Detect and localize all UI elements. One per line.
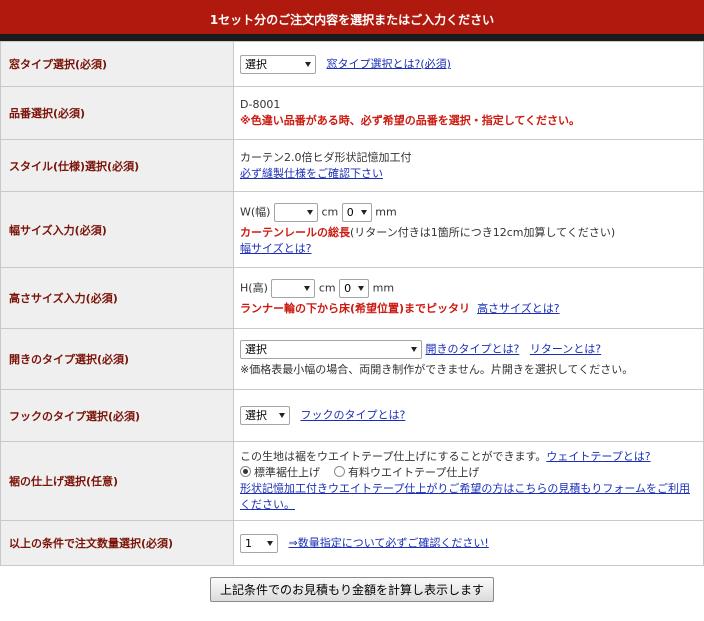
chevron-down-icon <box>358 286 365 291</box>
height-prefix: H(高) <box>240 281 268 295</box>
product-code: D-8001 <box>240 98 281 111</box>
opening-label: 開きのタイプ選択(必須) <box>0 328 234 390</box>
width-note-red: カーテンレールの総長 <box>240 225 350 239</box>
width-help-link[interactable]: 幅サイズとは? <box>240 242 312 255</box>
chevron-down-icon <box>306 209 313 215</box>
product-note: ※色違い品番がある時、必ず希望の品番を選択・指定してください。 <box>240 114 581 127</box>
quantity-help-link[interactable]: ⇒数量指定について必ずご確認ください! <box>289 536 489 549</box>
height-cm-unit: cm <box>318 281 336 295</box>
estimate-form-link[interactable]: 形状記憶加工付きウエイトテープ仕上がりご希望の方はこちらの見積もりフォームをご利… <box>240 482 690 511</box>
chevron-down-icon <box>304 286 311 291</box>
opening-select[interactable]: 選択 <box>240 340 422 359</box>
width-cm-select[interactable] <box>273 202 318 222</box>
hook-label: フックのタイプ選択(必須) <box>0 389 234 442</box>
height-cm-select[interactable] <box>271 279 316 298</box>
quantity-select[interactable]: 1 <box>240 533 278 553</box>
height-label: 高さサイズ入力(必須) <box>0 267 234 329</box>
height-mm-select[interactable]: 0 <box>339 279 370 298</box>
hook-select[interactable]: 選択 <box>240 406 290 425</box>
row-product-no: 品番選択(必須) D-8001 ※色違い品番がある時、必ず希望の品番を選択・指定… <box>0 86 704 140</box>
chevron-down-icon <box>360 209 367 215</box>
width-prefix: W(幅) <box>240 205 271 218</box>
height-mm-unit: mm <box>372 281 395 295</box>
chevron-down-icon <box>267 540 273 546</box>
order-form-table: 窓タイプ選択(必須) 選択 窓タイプ選択とは?(必須) 品番選択(必須) D-8… <box>0 41 704 566</box>
hem-option-weight-label: 有料ウエイトテープ仕上げ <box>348 466 480 479</box>
row-quantity: 以上の条件で注文数量選択(必須) 1 ⇒数量指定について必ずご確認ください! <box>0 520 704 566</box>
opening-note: ※価格表最小幅の場合、両開き制作ができません。片開きを選択してください。 <box>240 363 634 376</box>
height-help-link[interactable]: 高さサイズとは? <box>477 302 560 315</box>
row-height: 高さサイズ入力(必須) H(高) cm 0 mm ランナー輪の下から床(希望位置… <box>0 267 704 329</box>
window-type-label: 窓タイプ選択(必須) <box>0 41 234 87</box>
product-no-label: 品番選択(必須) <box>0 86 234 140</box>
style-link[interactable]: 必ず縫製仕様をご確認下さい <box>240 167 383 180</box>
hem-option-standard-radio[interactable] <box>240 466 251 477</box>
chevron-down-icon <box>305 61 311 67</box>
hook-help-link[interactable]: フックのタイプとは? <box>301 409 406 422</box>
opening-help-link[interactable]: 開きのタイプとは? <box>426 343 520 356</box>
chevron-down-icon <box>411 347 417 352</box>
row-hook: フックのタイプ選択(必須) 選択 フックのタイプとは? <box>0 389 704 442</box>
width-mm-select[interactable]: 0 <box>341 202 372 222</box>
hem-text: この生地は裾をウエイトテープ仕上げにすることができます。 <box>240 450 547 463</box>
row-opening: 開きのタイプ選択(必須) 選択 開きのタイプとは? リターンとは? ※価格表最小… <box>0 328 704 390</box>
calculate-estimate-button[interactable]: 上記条件でのお見積もり金額を計算し表示します <box>209 577 494 602</box>
width-note: (リターン付きは1箇所につき12cm加算してください) <box>350 225 616 239</box>
quantity-label: 以上の条件で注文数量選択(必須) <box>0 520 234 566</box>
hem-option-weight-radio[interactable] <box>334 466 345 477</box>
order-header: 1セット分のご注文内容を選択またはご入力ください <box>0 0 704 41</box>
chevron-down-icon <box>279 413 285 418</box>
row-width: 幅サイズ入力(必須) W(幅) cm 0 mm カーテンレールの総長(リターン付… <box>0 191 704 268</box>
window-type-select[interactable]: 選択 <box>240 54 316 74</box>
window-type-help-link[interactable]: 窓タイプ選択とは?(必須) <box>327 57 451 70</box>
weight-tape-help-link[interactable]: ウェイトテープとは? <box>546 450 650 463</box>
hem-label: 裾の仕上げ選択(任意) <box>0 441 234 521</box>
header-title: 1セット分のご注文内容を選択またはご入力ください <box>209 13 495 27</box>
width-cm-unit: cm <box>321 205 339 218</box>
width-mm-unit: mm <box>375 205 397 218</box>
row-hem: 裾の仕上げ選択(任意) この生地は裾をウエイトテープ仕上げにすることができます。… <box>0 441 704 521</box>
width-label: 幅サイズ入力(必須) <box>0 191 234 268</box>
height-note-red: ランナー輪の下から床(希望位置)までピッタリ <box>240 302 471 315</box>
hem-option-standard-label: 標準裾仕上げ <box>254 466 320 479</box>
return-help-link[interactable]: リターンとは? <box>530 343 601 356</box>
row-window-type: 窓タイプ選択(必須) 選択 窓タイプ選択とは?(必須) <box>0 41 704 87</box>
row-style: スタイル(仕様)選択(必須) カーテン2.0倍ヒダ形状記憶加工付 必ず縫製仕様を… <box>0 139 704 192</box>
style-label: スタイル(仕様)選択(必須) <box>0 139 234 192</box>
style-text: カーテン2.0倍ヒダ形状記憶加工付 <box>240 150 412 164</box>
